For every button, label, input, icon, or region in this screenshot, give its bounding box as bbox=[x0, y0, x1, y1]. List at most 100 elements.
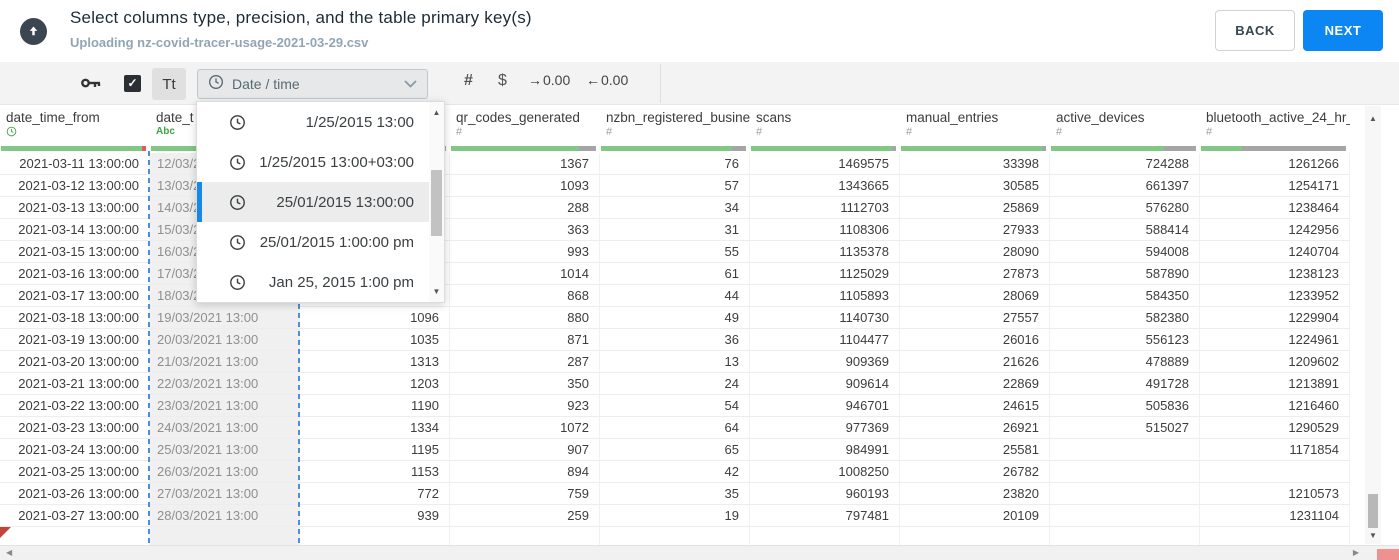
cell[interactable]: 19/03/2021 13:00 bbox=[150, 307, 300, 329]
cell[interactable]: 2021-03-21 13:00:00 bbox=[0, 373, 150, 395]
cell[interactable]: 55 bbox=[600, 241, 750, 263]
column-header-nzbn_registered_busine[interactable]: nzbn_registered_busine # bbox=[600, 105, 750, 153]
cell[interactable]: 1238123 bbox=[1200, 263, 1350, 285]
cell[interactable]: 21/03/2021 13:00 bbox=[150, 351, 300, 373]
date-format-option[interactable]: Jan 25, 2015 1:00 pm bbox=[197, 262, 444, 302]
cell[interactable]: 1367 bbox=[450, 153, 600, 175]
cell[interactable]: 772 bbox=[300, 483, 450, 505]
cell[interactable] bbox=[900, 527, 1050, 545]
cell[interactable]: 1112703 bbox=[750, 197, 900, 219]
cell[interactable]: 19 bbox=[600, 505, 750, 527]
column-header-qr_codes_generated[interactable]: qr_codes_generated # bbox=[450, 105, 600, 153]
cell[interactable]: 1195 bbox=[300, 439, 450, 461]
cell[interactable]: 1171854 bbox=[1200, 439, 1350, 461]
cell[interactable]: 2021-03-12 13:00:00 bbox=[0, 175, 150, 197]
cell[interactable]: 1240704 bbox=[1200, 241, 1350, 263]
cell[interactable]: 287 bbox=[450, 351, 600, 373]
cell[interactable]: 946701 bbox=[750, 395, 900, 417]
cell[interactable]: 1108306 bbox=[750, 219, 900, 241]
cell[interactable]: 2021-03-25 13:00:00 bbox=[0, 461, 150, 483]
back-button[interactable]: BACK bbox=[1215, 10, 1295, 51]
cell[interactable]: 1261266 bbox=[1200, 153, 1350, 175]
cell[interactable]: 24/03/2021 13:00 bbox=[150, 417, 300, 439]
cell[interactable]: 1096 bbox=[300, 307, 450, 329]
cell[interactable]: 1313 bbox=[300, 351, 450, 373]
cell[interactable]: 1238464 bbox=[1200, 197, 1350, 219]
column-enabled-checkbox[interactable]: ✓ bbox=[124, 75, 141, 92]
cell[interactable]: 960193 bbox=[750, 483, 900, 505]
cell[interactable]: 57 bbox=[600, 175, 750, 197]
date-format-option[interactable]: 1/25/2015 13:00 bbox=[197, 102, 444, 142]
cell[interactable]: 22/03/2021 13:00 bbox=[150, 373, 300, 395]
cell[interactable]: 594008 bbox=[1050, 241, 1200, 263]
column-header-date_time_from[interactable]: date_time_from bbox=[0, 105, 150, 153]
cell[interactable]: 25869 bbox=[900, 197, 1050, 219]
cell[interactable]: 24615 bbox=[900, 395, 1050, 417]
cell[interactable]: 65 bbox=[600, 439, 750, 461]
vertical-scrollbar-thumb[interactable] bbox=[1368, 494, 1378, 528]
decrease-decimal-button[interactable]: ←0.00 bbox=[586, 72, 628, 88]
cell[interactable] bbox=[1050, 527, 1200, 545]
cell[interactable] bbox=[1050, 505, 1200, 527]
scroll-down-icon[interactable]: ▼ bbox=[429, 287, 444, 296]
cell[interactable]: 1224961 bbox=[1200, 329, 1350, 351]
cell[interactable]: 909614 bbox=[750, 373, 900, 395]
cell[interactable]: 1072 bbox=[450, 417, 600, 439]
cell[interactable]: 34 bbox=[600, 197, 750, 219]
cell[interactable]: 1216460 bbox=[1200, 395, 1350, 417]
cell[interactable]: 759 bbox=[450, 483, 600, 505]
cell[interactable]: 76 bbox=[600, 153, 750, 175]
primary-key-icon[interactable] bbox=[80, 75, 102, 96]
cell[interactable]: 556123 bbox=[1050, 329, 1200, 351]
cell[interactable]: 26782 bbox=[900, 461, 1050, 483]
cell[interactable]: 24 bbox=[600, 373, 750, 395]
cell[interactable]: 26/03/2021 13:00 bbox=[150, 461, 300, 483]
cell[interactable]: 478889 bbox=[1050, 351, 1200, 373]
cell[interactable]: 894 bbox=[450, 461, 600, 483]
cell[interactable]: 2021-03-16 13:00:00 bbox=[0, 263, 150, 285]
cell[interactable]: 363 bbox=[450, 219, 600, 241]
cell[interactable]: 2021-03-13 13:00:00 bbox=[0, 197, 150, 219]
cell[interactable]: 1093 bbox=[450, 175, 600, 197]
cell[interactable]: 27873 bbox=[900, 263, 1050, 285]
cell[interactable]: 27933 bbox=[900, 219, 1050, 241]
cell[interactable]: 588414 bbox=[1050, 219, 1200, 241]
cell[interactable]: 44 bbox=[600, 285, 750, 307]
cell[interactable]: 54 bbox=[600, 395, 750, 417]
cell[interactable]: 576280 bbox=[1050, 197, 1200, 219]
cell[interactable]: 20/03/2021 13:00 bbox=[150, 329, 300, 351]
cell[interactable]: 582380 bbox=[1050, 307, 1200, 329]
cell[interactable]: 1209602 bbox=[1200, 351, 1350, 373]
horizontal-scrollbar[interactable]: ◀ ▶ bbox=[0, 545, 1399, 560]
cell[interactable]: 42 bbox=[600, 461, 750, 483]
cell[interactable]: 33398 bbox=[900, 153, 1050, 175]
cell[interactable]: 1210573 bbox=[1200, 483, 1350, 505]
cell[interactable]: 984991 bbox=[750, 439, 900, 461]
cell[interactable]: 22869 bbox=[900, 373, 1050, 395]
cell[interactable]: 1254171 bbox=[1200, 175, 1350, 197]
scroll-up-icon[interactable]: ▲ bbox=[429, 108, 444, 117]
cell[interactable]: 25/03/2021 13:00 bbox=[150, 439, 300, 461]
cell[interactable] bbox=[1050, 439, 1200, 461]
cell[interactable]: 259 bbox=[450, 505, 600, 527]
cell[interactable]: 28090 bbox=[900, 241, 1050, 263]
cell[interactable]: 724288 bbox=[1050, 153, 1200, 175]
cell[interactable]: 26921 bbox=[900, 417, 1050, 439]
cell[interactable]: 1014 bbox=[450, 263, 600, 285]
cell[interactable]: 25581 bbox=[900, 439, 1050, 461]
cell[interactable] bbox=[1200, 527, 1350, 545]
cell[interactable]: 1242956 bbox=[1200, 219, 1350, 241]
cell[interactable]: 2021-03-20 13:00:00 bbox=[0, 351, 150, 373]
cell[interactable]: 28/03/2021 13:00 bbox=[150, 505, 300, 527]
column-header-bluetooth_active_24_hr_[interactable]: bluetooth_active_24_hr_ # bbox=[1200, 105, 1350, 153]
cell[interactable]: 1290529 bbox=[1200, 417, 1350, 439]
cell[interactable] bbox=[150, 527, 300, 545]
cell[interactable]: 2021-03-26 13:00:00 bbox=[0, 483, 150, 505]
increase-decimal-button[interactable]: →0.00 bbox=[528, 72, 570, 88]
text-type-button[interactable]: Tt bbox=[152, 68, 186, 100]
cell[interactable]: 28069 bbox=[900, 285, 1050, 307]
vertical-scrollbar[interactable]: ▲ ▼ bbox=[1365, 106, 1381, 544]
cell[interactable]: 36 bbox=[600, 329, 750, 351]
cell[interactable] bbox=[1200, 461, 1350, 483]
cell[interactable]: 49 bbox=[600, 307, 750, 329]
